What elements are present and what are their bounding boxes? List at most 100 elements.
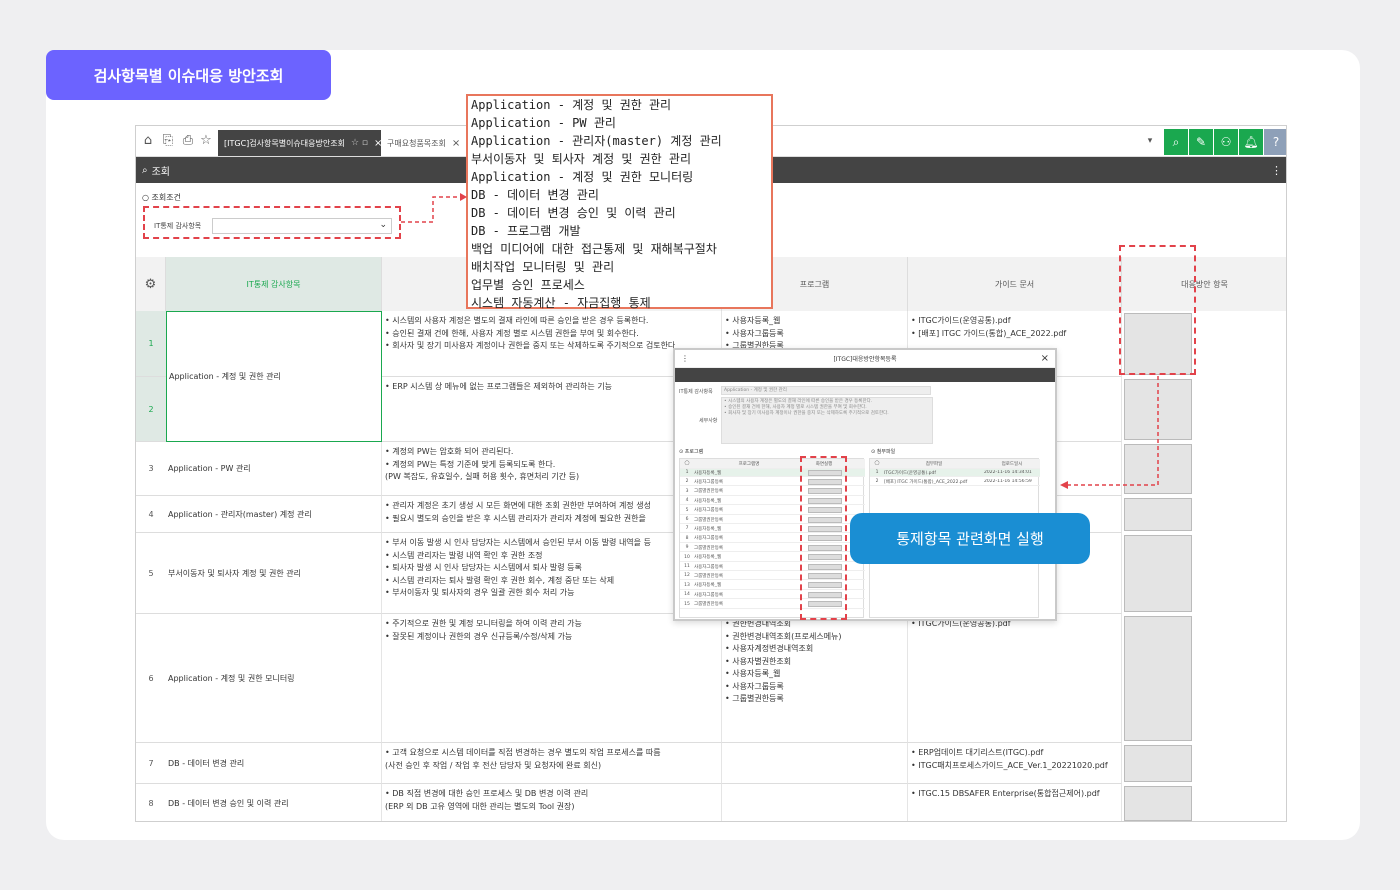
response-item-button[interactable] — [1124, 498, 1192, 531]
dropdown-option[interactable]: 업무별 승인 프로세스 — [471, 276, 768, 294]
row-number[interactable]: 1 — [136, 311, 166, 377]
description-line: (ERP 외 DB 고유 영역에 대한 관리는 별도의 Tool 권장) — [385, 801, 575, 811]
response-item-button[interactable] — [1124, 786, 1192, 821]
audit-item-cell[interactable]: Application - PW 관리 — [166, 442, 382, 496]
description-cell: • 관리자 계정은 초기 생성 시 모든 화면에 대한 조회 권한만 부여하여 … — [382, 496, 722, 533]
dropdown-option[interactable]: Application - 계정 및 권한 관리 — [471, 96, 768, 114]
popup-attachment-row[interactable]: 1 ITGC가이드(운영공통).pdf 2022-11-16 14:34:01 — [870, 469, 1040, 477]
popup-menu-icon[interactable]: ⋮ — [681, 354, 689, 363]
program-link[interactable]: • 권한변경내역조회(프로세스메뉴) — [725, 631, 904, 644]
description-line: • 퇴사자 발생 시 인사 담당자는 시스템에서 퇴사 발령 등록 — [385, 563, 582, 572]
upload-date: 2022-11-16 14:34:01 — [984, 470, 1032, 475]
row-number: 9 — [685, 545, 689, 551]
user-settings-button[interactable]: ⚇ — [1214, 129, 1238, 155]
popup-field-label: 세부사항 — [699, 418, 718, 424]
guide-document-link[interactable]: • ITGC.15 DBSAFER Enterprise(통합접근제어).pdf — [911, 788, 1118, 801]
response-item-button[interactable] — [1124, 616, 1192, 741]
description-cell: • 계정의 PW는 암호화 되어 관리된다. • 계정의 PW는 특정 기준에 맞… — [382, 442, 722, 496]
dropdown-option[interactable]: 시스템 자동계산 - 자금집행 통제 — [471, 294, 768, 312]
program-link[interactable]: • 사용자등록_웹 — [725, 668, 904, 681]
tab-star-icon[interactable]: ☆ ▫ — [351, 138, 368, 148]
audit-item-cell[interactable]: Application - 계정 및 권한 모니터링 — [166, 614, 382, 743]
description-line: (PW 복잡도, 유효일수, 실패 허용 횟수, 휴면처리 기간 등) — [385, 472, 580, 481]
print-icon[interactable]: ⎙ — [180, 133, 196, 149]
program-link[interactable]: • 사용자그룹등록 — [725, 328, 904, 341]
dropdown-option[interactable]: 백업 미디어에 대한 접근통제 및 재해복구절차 — [471, 240, 768, 258]
program-cell: • 권한변경내역조회 • 권한변경내역조회(프로세스메뉴) • 사용자계정변경내역조… — [722, 614, 908, 743]
dropdown-option[interactable]: Application - PW 관리 — [471, 114, 768, 132]
close-icon[interactable]: × — [1041, 353, 1049, 364]
tab-purchase-request[interactable]: 구매요청품목조회 × — [381, 130, 468, 156]
search-button[interactable]: ⌕ — [1164, 129, 1188, 155]
tab-itgc-lookup[interactable]: [ITGC]검사항목별이슈대응방안조회 ☆ ▫ × — [218, 130, 389, 156]
guide-document-link[interactable]: • [배포] ITGC 가이드(통합)_ACE_2022.pdf — [911, 328, 1118, 341]
program-name: 사용자등록_웹 — [694, 555, 722, 561]
dropdown-option[interactable]: 배치작업 모니터링 및 관리 — [471, 258, 768, 276]
dropdown-list: Application - 계정 및 권한 관리 Application - PW… — [471, 96, 768, 312]
program-link[interactable]: • 그룹별권한등록 — [725, 693, 904, 706]
guide-document-link[interactable]: • ERP업데이트 대기리스트(ITGC).pdf — [911, 747, 1118, 760]
popup-row-check-icon[interactable]: ◯ — [870, 461, 884, 466]
filter-highlight — [143, 206, 401, 239]
response-item-button[interactable] — [1124, 745, 1192, 782]
close-icon[interactable]: × — [452, 138, 460, 149]
export-icon[interactable]: ⎘ — [160, 133, 176, 149]
popup-row-check-icon[interactable]: ◯ — [680, 461, 694, 466]
guide-document-link[interactable]: • ITGC가이드(운영공통).pdf — [911, 315, 1118, 328]
response-item-button[interactable] — [1124, 444, 1192, 494]
row-number[interactable]: 5 — [136, 533, 166, 614]
audit-item-cell[interactable]: DB - 데이터 변경 승인 및 이력 관리 — [166, 784, 382, 821]
program-link[interactable]: • 사용자계정변경내역조회 — [725, 643, 904, 656]
dropdown-option[interactable]: 부서이동자 및 퇴사자 계정 및 권한 관리 — [471, 150, 768, 168]
row-number[interactable]: 2 — [136, 377, 166, 442]
row-number: 7 — [685, 526, 689, 532]
dropdown-option[interactable]: Application - 관리자(master) 계정 관리 — [471, 132, 768, 150]
dropdown-option[interactable]: DB - 프로그램 개발 — [471, 222, 768, 240]
more-icon[interactable]: ⋮ — [1271, 164, 1282, 177]
home-icon[interactable]: ⌂ — [140, 133, 156, 149]
dropdown-option[interactable]: Application - 계정 및 권한 모니터링 — [471, 168, 768, 186]
chevron-down-icon[interactable]: ▾ — [1142, 133, 1158, 149]
help-icon: ? — [1272, 135, 1280, 149]
popup-run-column-highlight — [800, 456, 847, 620]
row-number[interactable]: 6 — [136, 614, 166, 743]
row-number[interactable]: 8 — [136, 784, 166, 821]
program-link[interactable]: • 사용자그룹등록 — [725, 681, 904, 694]
description-line: • 시스템 관리자는 퇴사 발령 확인 후 권한 회수, 계정 중단 또는 삭제 — [385, 575, 615, 585]
search-bar-label: 조회 — [151, 166, 171, 178]
column-header-audit-item[interactable]: IT통제 감사항목 — [166, 257, 382, 311]
program-name: 그룹별권한등록 — [694, 602, 723, 608]
audit-item-cell[interactable]: DB - 데이터 변경 관리 — [166, 743, 382, 784]
row-number[interactable]: 3 — [136, 442, 166, 496]
response-item-button[interactable] — [1124, 535, 1192, 612]
row-number[interactable]: 4 — [136, 496, 166, 533]
bell-button[interactable]: 🔔︎ — [1239, 129, 1263, 155]
star-icon[interactable]: ☆ — [198, 133, 214, 149]
row-number: 15 — [684, 601, 690, 607]
row-number: 12 — [684, 573, 690, 579]
dropdown-option[interactable]: DB - 데이터 변경 승인 및 이력 관리 — [471, 204, 768, 222]
response-item-button[interactable] — [1124, 379, 1192, 440]
column-header-guide[interactable]: 가이드 문서 — [908, 257, 1122, 311]
audit-item-cell[interactable]: Application - 계정 및 권한 관리 — [166, 311, 382, 442]
audit-item-dropdown[interactable]: Application - 계정 및 권한 관리 Application - PW… — [466, 94, 773, 312]
popup-audit-item-field: Application - 계정 및 권한 관리 — [721, 386, 931, 395]
gear-icon: ⚙ — [144, 276, 157, 292]
row-number: 5 — [685, 507, 689, 513]
attachment-name[interactable]: [배포] ITGC 가이드(통합)_ACE_2022.pdf — [884, 479, 984, 485]
grid-settings-header[interactable]: ⚙ — [136, 257, 166, 311]
popup-program-section: ⊙ 프로그램 — [679, 449, 704, 455]
description-line: • 고객 요청으로 시스템 데이터를 직접 변경하는 경우 별도의 작업 프로세… — [385, 748, 661, 757]
audit-item-cell[interactable]: Application - 관리자(master) 계정 관리 — [166, 496, 382, 533]
audit-item-cell[interactable]: 부서이동자 및 퇴사자 계정 및 권한 관리 — [166, 533, 382, 614]
popup-attachment-row[interactable]: 2 [배포] ITGC 가이드(통합)_ACE_2022.pdf 2022-11-1… — [870, 478, 1040, 487]
guide-document-link[interactable]: • ITGC패치프로세스가이드_ACE_Ver.1_20221020.pdf — [911, 760, 1118, 773]
program-name: 사용자등록_웹 — [694, 498, 722, 504]
program-link[interactable]: • 사용자별권한조회 — [725, 656, 904, 669]
dropdown-option[interactable]: DB - 데이터 변경 관리 — [471, 186, 768, 204]
help-button[interactable]: ? — [1264, 129, 1286, 155]
program-link[interactable]: • 사용자등록_웹 — [725, 315, 904, 328]
row-number[interactable]: 7 — [136, 743, 166, 784]
edit-button[interactable]: ✎ — [1189, 129, 1213, 155]
attachment-name[interactable]: ITGC가이드(운영공통).pdf — [884, 470, 984, 476]
